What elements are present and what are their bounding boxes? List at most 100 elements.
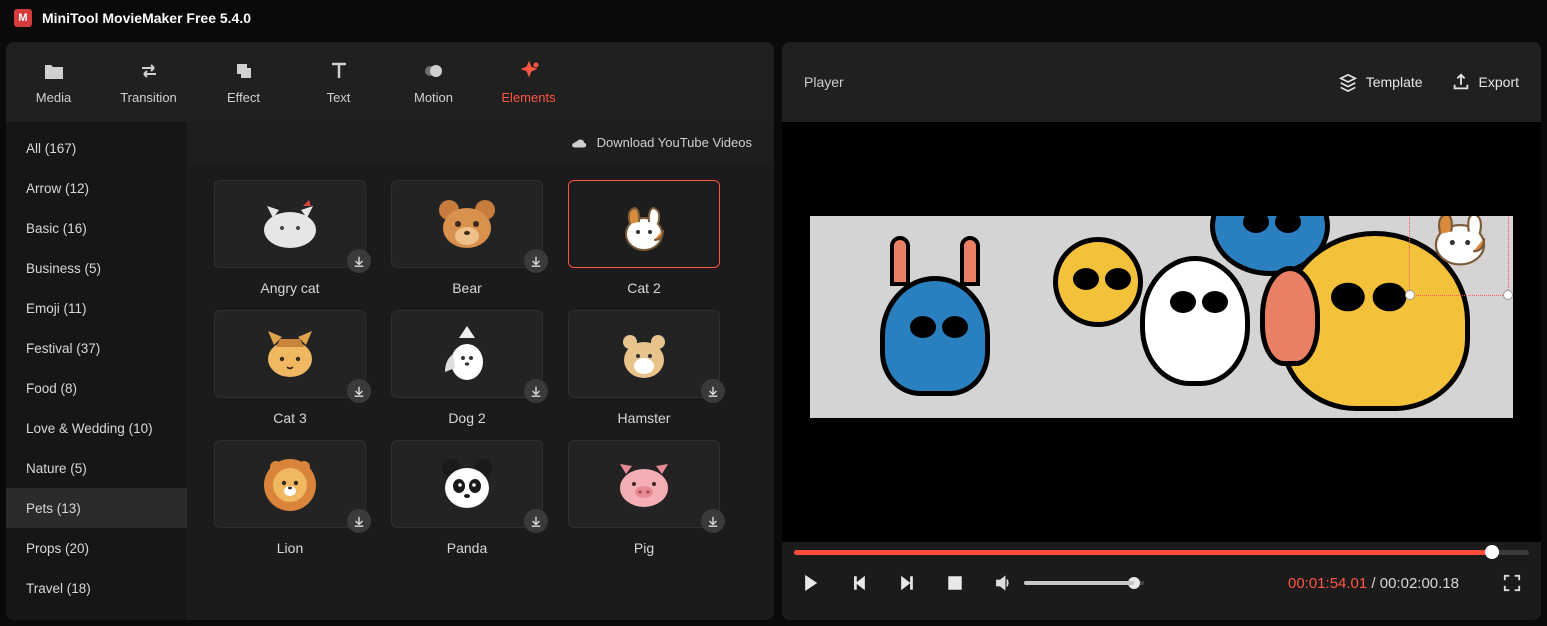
player-controls: 00:01:54.01 / 00:02:00.18 — [782, 542, 1541, 620]
download-button[interactable] — [524, 379, 548, 403]
library-panel: Media Transition Effect Text Motion Elem… — [6, 42, 774, 620]
asset-item[interactable]: Hamster — [568, 310, 720, 430]
asset-thumbnail[interactable] — [568, 180, 720, 268]
category-item[interactable]: Business (5) — [6, 248, 187, 288]
cloud-icon — [569, 135, 587, 149]
asset-item[interactable]: Bear — [391, 180, 543, 300]
category-item[interactable]: Pets (13) — [6, 488, 187, 528]
category-item[interactable]: Love & Wedding (10) — [6, 408, 187, 448]
download-icon — [353, 385, 365, 397]
asset-thumbnail[interactable] — [568, 440, 720, 528]
tab-label: Elements — [501, 90, 555, 105]
assets-grid: Angry catBear Cat 2 Cat 3 Dog 2Hamster Lion P… — [188, 162, 774, 620]
assets-panel: Download YouTube Videos Angry catBear Cat… — [188, 122, 774, 620]
download-icon — [353, 255, 365, 267]
category-item[interactable]: Arrow (12) — [6, 168, 187, 208]
download-icon — [353, 515, 365, 527]
download-button[interactable] — [347, 509, 371, 533]
play-icon — [802, 574, 820, 592]
asset-item[interactable]: Cat 3 — [214, 310, 366, 430]
asset-label: Cat 2 — [627, 280, 660, 300]
current-time: 00:01:54.01 — [1288, 575, 1367, 592]
asset-item[interactable]: Angry cat — [214, 180, 366, 300]
asset-thumbnail[interactable] — [214, 180, 366, 268]
template-label: Template — [1366, 74, 1423, 90]
next-frame-button[interactable] — [896, 572, 918, 594]
preview-viewport[interactable] — [782, 122, 1541, 542]
tab-motion[interactable]: Motion — [386, 42, 481, 122]
download-icon — [707, 385, 719, 397]
fullscreen-icon — [1503, 574, 1521, 592]
tab-label: Motion — [414, 90, 453, 105]
tab-label: Transition — [120, 90, 177, 105]
asset-item[interactable]: Cat 2 — [568, 180, 720, 300]
asset-item[interactable]: Panda — [391, 440, 543, 560]
asset-thumbnail[interactable] — [568, 310, 720, 398]
app-title: MiniTool MovieMaker Free 5.4.0 — [42, 10, 251, 26]
tab-effect[interactable]: Effect — [196, 42, 291, 122]
tab-label: Text — [327, 90, 351, 105]
category-sidebar[interactable]: All (167)Arrow (12)Basic (16)Business (5… — [6, 122, 188, 620]
asset-label: Cat 3 — [273, 410, 306, 430]
category-item[interactable]: Basic (16) — [6, 208, 187, 248]
tab-elements[interactable]: Elements — [481, 42, 576, 122]
category-item[interactable]: Food (8) — [6, 368, 187, 408]
category-item[interactable]: Emoji (11) — [6, 288, 187, 328]
download-button[interactable] — [701, 509, 725, 533]
main-toolbar: Media Transition Effect Text Motion Elem… — [6, 42, 774, 122]
assets-header: Download YouTube Videos — [188, 122, 774, 162]
folder-icon — [43, 60, 65, 82]
asset-item[interactable]: Dog 2 — [391, 310, 543, 430]
export-label: Export — [1479, 74, 1519, 90]
titlebar: M MiniTool MovieMaker Free 5.4.0 — [0, 0, 1547, 36]
category-item[interactable]: Nature (5) — [6, 448, 187, 488]
asset-item[interactable]: Pig — [568, 440, 720, 560]
asset-thumbnail[interactable] — [214, 440, 366, 528]
asset-label: Lion — [277, 540, 303, 560]
category-item[interactable]: Festival (37) — [6, 328, 187, 368]
download-button[interactable] — [701, 379, 725, 403]
asset-thumbnail[interactable] — [391, 440, 543, 528]
play-button[interactable] — [800, 572, 822, 594]
tab-text[interactable]: Text — [291, 42, 386, 122]
swap-icon — [138, 60, 160, 82]
volume-control[interactable] — [992, 572, 1144, 594]
asset-label: Pig — [634, 540, 654, 560]
download-button[interactable] — [347, 249, 371, 273]
preview-canvas[interactable] — [810, 216, 1513, 418]
player-title: Player — [804, 74, 1310, 90]
fullscreen-button[interactable] — [1501, 572, 1523, 594]
template-button[interactable]: Template — [1338, 72, 1423, 92]
timecode: 00:01:54.01 / 00:02:00.18 — [1288, 575, 1459, 592]
category-item[interactable]: All (167) — [6, 128, 187, 168]
selected-sticker-bbox[interactable] — [1409, 216, 1509, 296]
export-button[interactable]: Export — [1451, 72, 1519, 92]
asset-label: Panda — [447, 540, 487, 560]
volume-slider[interactable] — [1024, 581, 1144, 585]
download-button[interactable] — [524, 509, 548, 533]
download-button[interactable] — [347, 379, 371, 403]
category-item[interactable]: Travel (18) — [6, 568, 187, 608]
layers-icon — [233, 60, 255, 82]
volume-button[interactable] — [992, 572, 1014, 594]
asset-thumbnail[interactable] — [391, 180, 543, 268]
stack-icon — [1338, 72, 1358, 92]
download-button[interactable] — [524, 249, 548, 273]
category-item[interactable]: Props (20) — [6, 528, 187, 568]
motion-icon — [423, 60, 445, 82]
prev-frame-button[interactable] — [848, 572, 870, 594]
asset-thumbnail[interactable] — [214, 310, 366, 398]
seek-bar[interactable] — [782, 542, 1541, 562]
total-time: 00:02:00.18 — [1380, 575, 1459, 592]
asset-thumbnail[interactable] — [391, 310, 543, 398]
next-icon — [898, 574, 916, 592]
tab-media[interactable]: Media — [6, 42, 101, 122]
download-icon — [707, 515, 719, 527]
stop-button[interactable] — [944, 572, 966, 594]
download-icon — [530, 515, 542, 527]
download-icon — [530, 255, 542, 267]
download-youtube-link[interactable]: Download YouTube Videos — [597, 135, 752, 150]
tab-label: Media — [36, 90, 71, 105]
tab-transition[interactable]: Transition — [101, 42, 196, 122]
asset-item[interactable]: Lion — [214, 440, 366, 560]
